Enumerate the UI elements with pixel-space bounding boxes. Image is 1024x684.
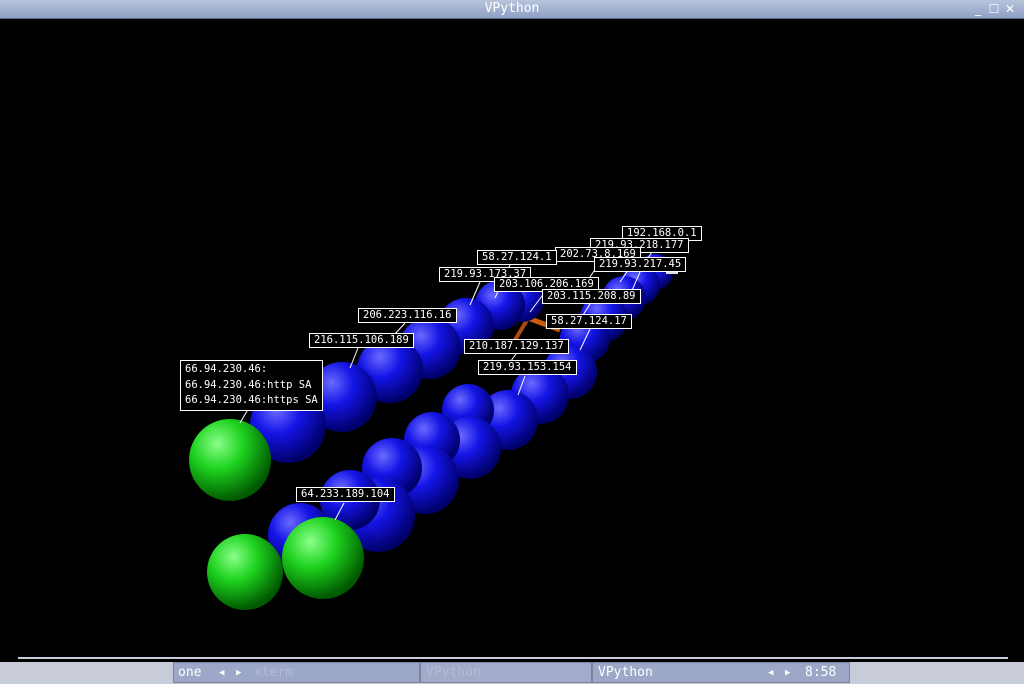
window-title: VPython [484, 1, 540, 16]
task-vpython-inactive[interactable]: VPython [420, 662, 592, 683]
endpoint-sphere[interactable] [282, 517, 364, 599]
clock: 8:58 [805, 665, 837, 680]
workspace-pager[interactable]: one ◀ ▶ xterm [173, 662, 420, 683]
minimize-icon[interactable]: _ [972, 3, 984, 15]
next-task-icon[interactable]: ▶ [785, 663, 790, 684]
ip-label: 64.233.189.104 [296, 487, 395, 502]
title-bar[interactable]: VPython _ ☐ ✕ [0, 0, 1024, 19]
multi-ip-line: 66.94.230.46: [185, 363, 268, 375]
ip-label: 206.223.116.16 [358, 308, 457, 323]
ip-label: 203.115.208.89 [542, 289, 641, 304]
endpoint-sphere[interactable] [207, 534, 283, 610]
task-xterm[interactable]: xterm [254, 663, 293, 682]
close-icon[interactable]: ✕ [1004, 3, 1016, 15]
endpoint-sphere[interactable] [189, 419, 271, 501]
ip-label: 58.27.124.17 [546, 314, 632, 329]
task-vpython-active[interactable]: VPython ◀ ▶ 8:58 [592, 662, 850, 683]
multi-ip-line: 66.94.230.46:https SA [185, 394, 318, 406]
ip-label: 219.93.217.45 [594, 257, 687, 272]
multi-ip-line: 66.94.230.46:http SA [185, 378, 312, 391]
ip-label: 216.115.106.189 [309, 333, 414, 348]
ip-label: 210.187.129.137 [464, 339, 569, 354]
ip-label: 58.27.124.1 [477, 250, 557, 265]
ip-label: 219.93.153.154 [478, 360, 577, 375]
window-bottom-border [18, 657, 1008, 659]
prev-task-icon[interactable]: ◀ [768, 663, 773, 684]
workspace-name: one [178, 665, 202, 680]
maximize-icon[interactable]: ☐ [988, 3, 1000, 15]
prev-workspace-icon[interactable]: ◀ [219, 663, 224, 684]
task-vpython-label: VPython [598, 665, 653, 680]
next-workspace-icon[interactable]: ▶ [236, 663, 241, 684]
taskbar: one ◀ ▶ xterm VPython VPython ◀ ▶ 8:58 [0, 662, 1024, 683]
multi-ip-label: 66.94.230.46: 66.94.230.46:http SA 66.94… [180, 360, 323, 411]
vpython-window: VPython _ ☐ ✕ 192.168.0.1 219.93.218.177… [0, 0, 1024, 662]
